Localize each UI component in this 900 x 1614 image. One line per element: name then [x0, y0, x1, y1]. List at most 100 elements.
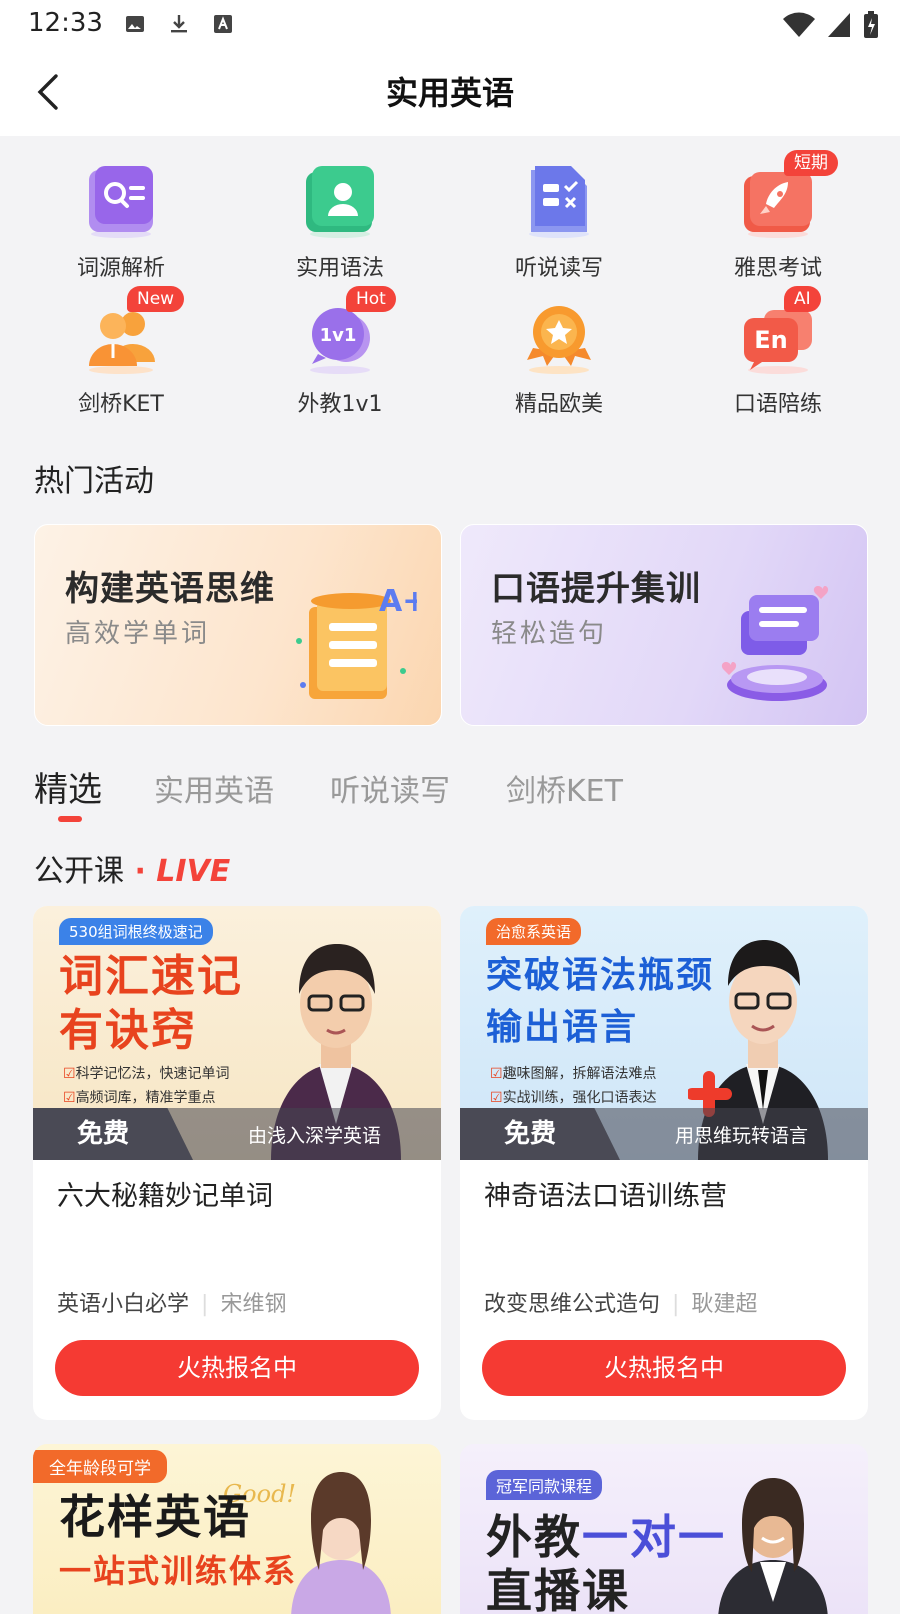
cover-bullets: 趣味图解，拆解语法难点 实战训练，强化口语表达	[490, 1062, 657, 1110]
cover-caption: 用思维玩转语言	[674, 1125, 808, 1147]
cover-headline-line: 有诀窍	[59, 1005, 197, 1056]
chat-podium-icon	[721, 586, 829, 701]
activity-title: 构建英语思维	[65, 569, 275, 609]
grid-label: 词源解析	[76, 256, 165, 281]
course-card[interactable]: 治愈系英语 突破语法瓶颈 输出语言 趣味图解，拆解语法难点 实战训练，强化口语表…	[460, 906, 868, 1420]
course-tagline: 英语小白必学	[57, 1292, 190, 1317]
cover-headline-line: 输出语言	[486, 1007, 639, 1048]
teacher-photo	[291, 1472, 391, 1614]
grid-label: 外教1v1	[297, 392, 383, 417]
register-button[interactable]: 火热报名中	[482, 1340, 846, 1396]
download-icon	[171, 15, 187, 33]
rocket-icon: 短期	[738, 150, 838, 240]
cover-bullet: 趣味图解，拆解语法难点	[490, 1062, 657, 1086]
grid-item-ket[interactable]: New 剑桥KET	[31, 286, 211, 418]
live-tag: LIVE	[156, 854, 231, 889]
cover-bullet: 实战训练，强化口语表达	[490, 1086, 657, 1110]
register-button[interactable]: 火热报名中	[55, 1340, 419, 1396]
grid-item-premium[interactable]: 精品欧美	[469, 296, 649, 418]
tab-practical-english[interactable]: 实用英语	[154, 766, 274, 810]
chat-1v1-icon: 1v1 Hot	[300, 286, 396, 376]
activity-card-speaking[interactable]: 口语提升集训 轻松造句	[460, 524, 868, 726]
activity-title: 口语提升集训	[491, 569, 701, 609]
grid-badge: 短期	[784, 150, 838, 176]
students-icon: New	[81, 286, 185, 376]
grid-badge: Hot	[346, 286, 396, 312]
cover-tag: 全年龄段可学	[33, 1450, 167, 1483]
free-tag: 免费	[460, 1108, 620, 1160]
course-teacher: 宋维钢	[220, 1292, 287, 1317]
page-title: 实用英语	[385, 74, 514, 112]
grid-label: 听说读写	[514, 256, 603, 281]
teacher-photo	[718, 1478, 828, 1614]
free-tag: 免费	[33, 1108, 193, 1160]
grid-item-speaking[interactable]: En AI 口语陪练	[688, 286, 868, 418]
tab-ket[interactable]: 剑桥KET	[506, 766, 623, 810]
course-card[interactable]: 全年龄段可学 Good! 花样英语 一站式训练体系	[33, 1444, 441, 1614]
meta-divider: |	[201, 1292, 209, 1317]
cover-headline-line: 词汇速记	[59, 951, 243, 1002]
grid-item-ielts[interactable]: 短期 雅思考试	[688, 150, 868, 282]
tab-active-indicator	[58, 816, 82, 822]
cover-tag: 治愈系英语	[486, 918, 582, 945]
grid-item-four-skills[interactable]: 听说读写	[469, 160, 649, 282]
course-card[interactable]: 冠军同款课程 外教一对一 直播课	[460, 1444, 868, 1614]
svg-text:A+: A+	[379, 584, 417, 619]
activity-subtitle: 高效学单词	[65, 619, 211, 649]
cover-headline-line: 花样英语	[59, 1490, 251, 1544]
svg-text:1v1: 1v1	[320, 325, 357, 346]
grid-badge: AI	[784, 286, 821, 312]
search-card-icon	[81, 160, 161, 240]
meta-divider: |	[672, 1292, 680, 1317]
grid-label: 精品欧美	[514, 392, 603, 417]
grid-label: 雅思考试	[733, 256, 822, 281]
battery-icon	[864, 11, 878, 38]
wifi-icon	[783, 12, 815, 37]
activity-subtitle: 轻松造句	[491, 619, 608, 649]
cover-headline-line: 突破语法瓶颈	[486, 955, 715, 996]
font-icon	[214, 15, 232, 33]
wallet-user-icon	[300, 160, 380, 240]
cover-headline-line: 直播课	[486, 1564, 630, 1614]
course-meta: 英语小白必学 | 宋维钢	[57, 1286, 286, 1318]
cover-tag: 冠军同款课程	[486, 1470, 603, 1500]
course-card[interactable]: 530组词根终极速记 词汇速记 有诀窍 科学记忆法，快速记单词 高频词库，精准学…	[33, 906, 441, 1420]
medal-star-icon	[519, 296, 599, 376]
grid-label: 口语陪练	[733, 392, 822, 417]
grid-label: 剑桥KET	[78, 392, 164, 417]
grid-item-grammar[interactable]: 实用语法	[250, 160, 430, 282]
grid-label: 实用语法	[295, 256, 384, 281]
course-meta: 改变思维公式造句 | 耿建超	[484, 1286, 757, 1318]
course-teacher: 耿建超	[691, 1292, 758, 1317]
grid-item-tutor-1v1[interactable]: 1v1 Hot 外教1v1	[250, 286, 430, 418]
cover-headline: 词汇速记 有诀窍	[59, 950, 243, 1058]
cover-headline-line-1: 外教一对一	[486, 1510, 726, 1564]
status-time: 12:33	[28, 8, 103, 38]
course-cover: 治愈系英语 突破语法瓶颈 输出语言 趣味图解，拆解语法难点 实战训练，强化口语表…	[460, 906, 868, 1160]
grid-badge: New	[127, 286, 185, 312]
image-icon	[126, 16, 144, 32]
tab-featured[interactable]: 精选	[34, 762, 102, 811]
cover-bullets: 科学记忆法，快速记单词 高频词库，精准学重点	[63, 1062, 230, 1110]
cover-tag: 530组词根终极速记	[59, 918, 213, 945]
course-title: 神奇语法口语训练营	[484, 1181, 727, 1212]
cover-bullet: 高频词库，精准学重点	[63, 1086, 230, 1110]
grid-item-etymology[interactable]: 词源解析	[31, 160, 211, 282]
cover-headline-part: 外教	[486, 1510, 582, 1564]
signal-icon	[828, 13, 850, 37]
tab-four-skills[interactable]: 听说读写	[330, 766, 450, 810]
course-cover: 530组词根终极速记 词汇速记 有诀窍 科学记忆法，快速记单词 高频词库，精准学…	[33, 906, 441, 1160]
activity-card-thinking[interactable]: 构建英语思维 高效学单词 A+	[34, 524, 442, 726]
cover-headline: 花样英语 一站式训练体系	[59, 1490, 297, 1598]
cover-headline-line: 一站式训练体系	[59, 1552, 298, 1590]
live-dot: ·	[124, 854, 157, 889]
cover-caption: 由浅入深学英语	[247, 1125, 381, 1147]
status-bar: 12:33	[0, 0, 900, 48]
section-title-hot: 热门活动	[34, 464, 154, 499]
section-title-live: 公开课 · LIVE	[34, 846, 230, 890]
cover-headline-accent: 一对一	[582, 1510, 726, 1564]
scroll-a-plus-icon: A+	[296, 584, 417, 699]
live-section-label: 公开课	[34, 854, 124, 889]
en-chat-icon: En AI	[738, 286, 821, 376]
course-title: 六大秘籍妙记单词	[57, 1181, 273, 1212]
